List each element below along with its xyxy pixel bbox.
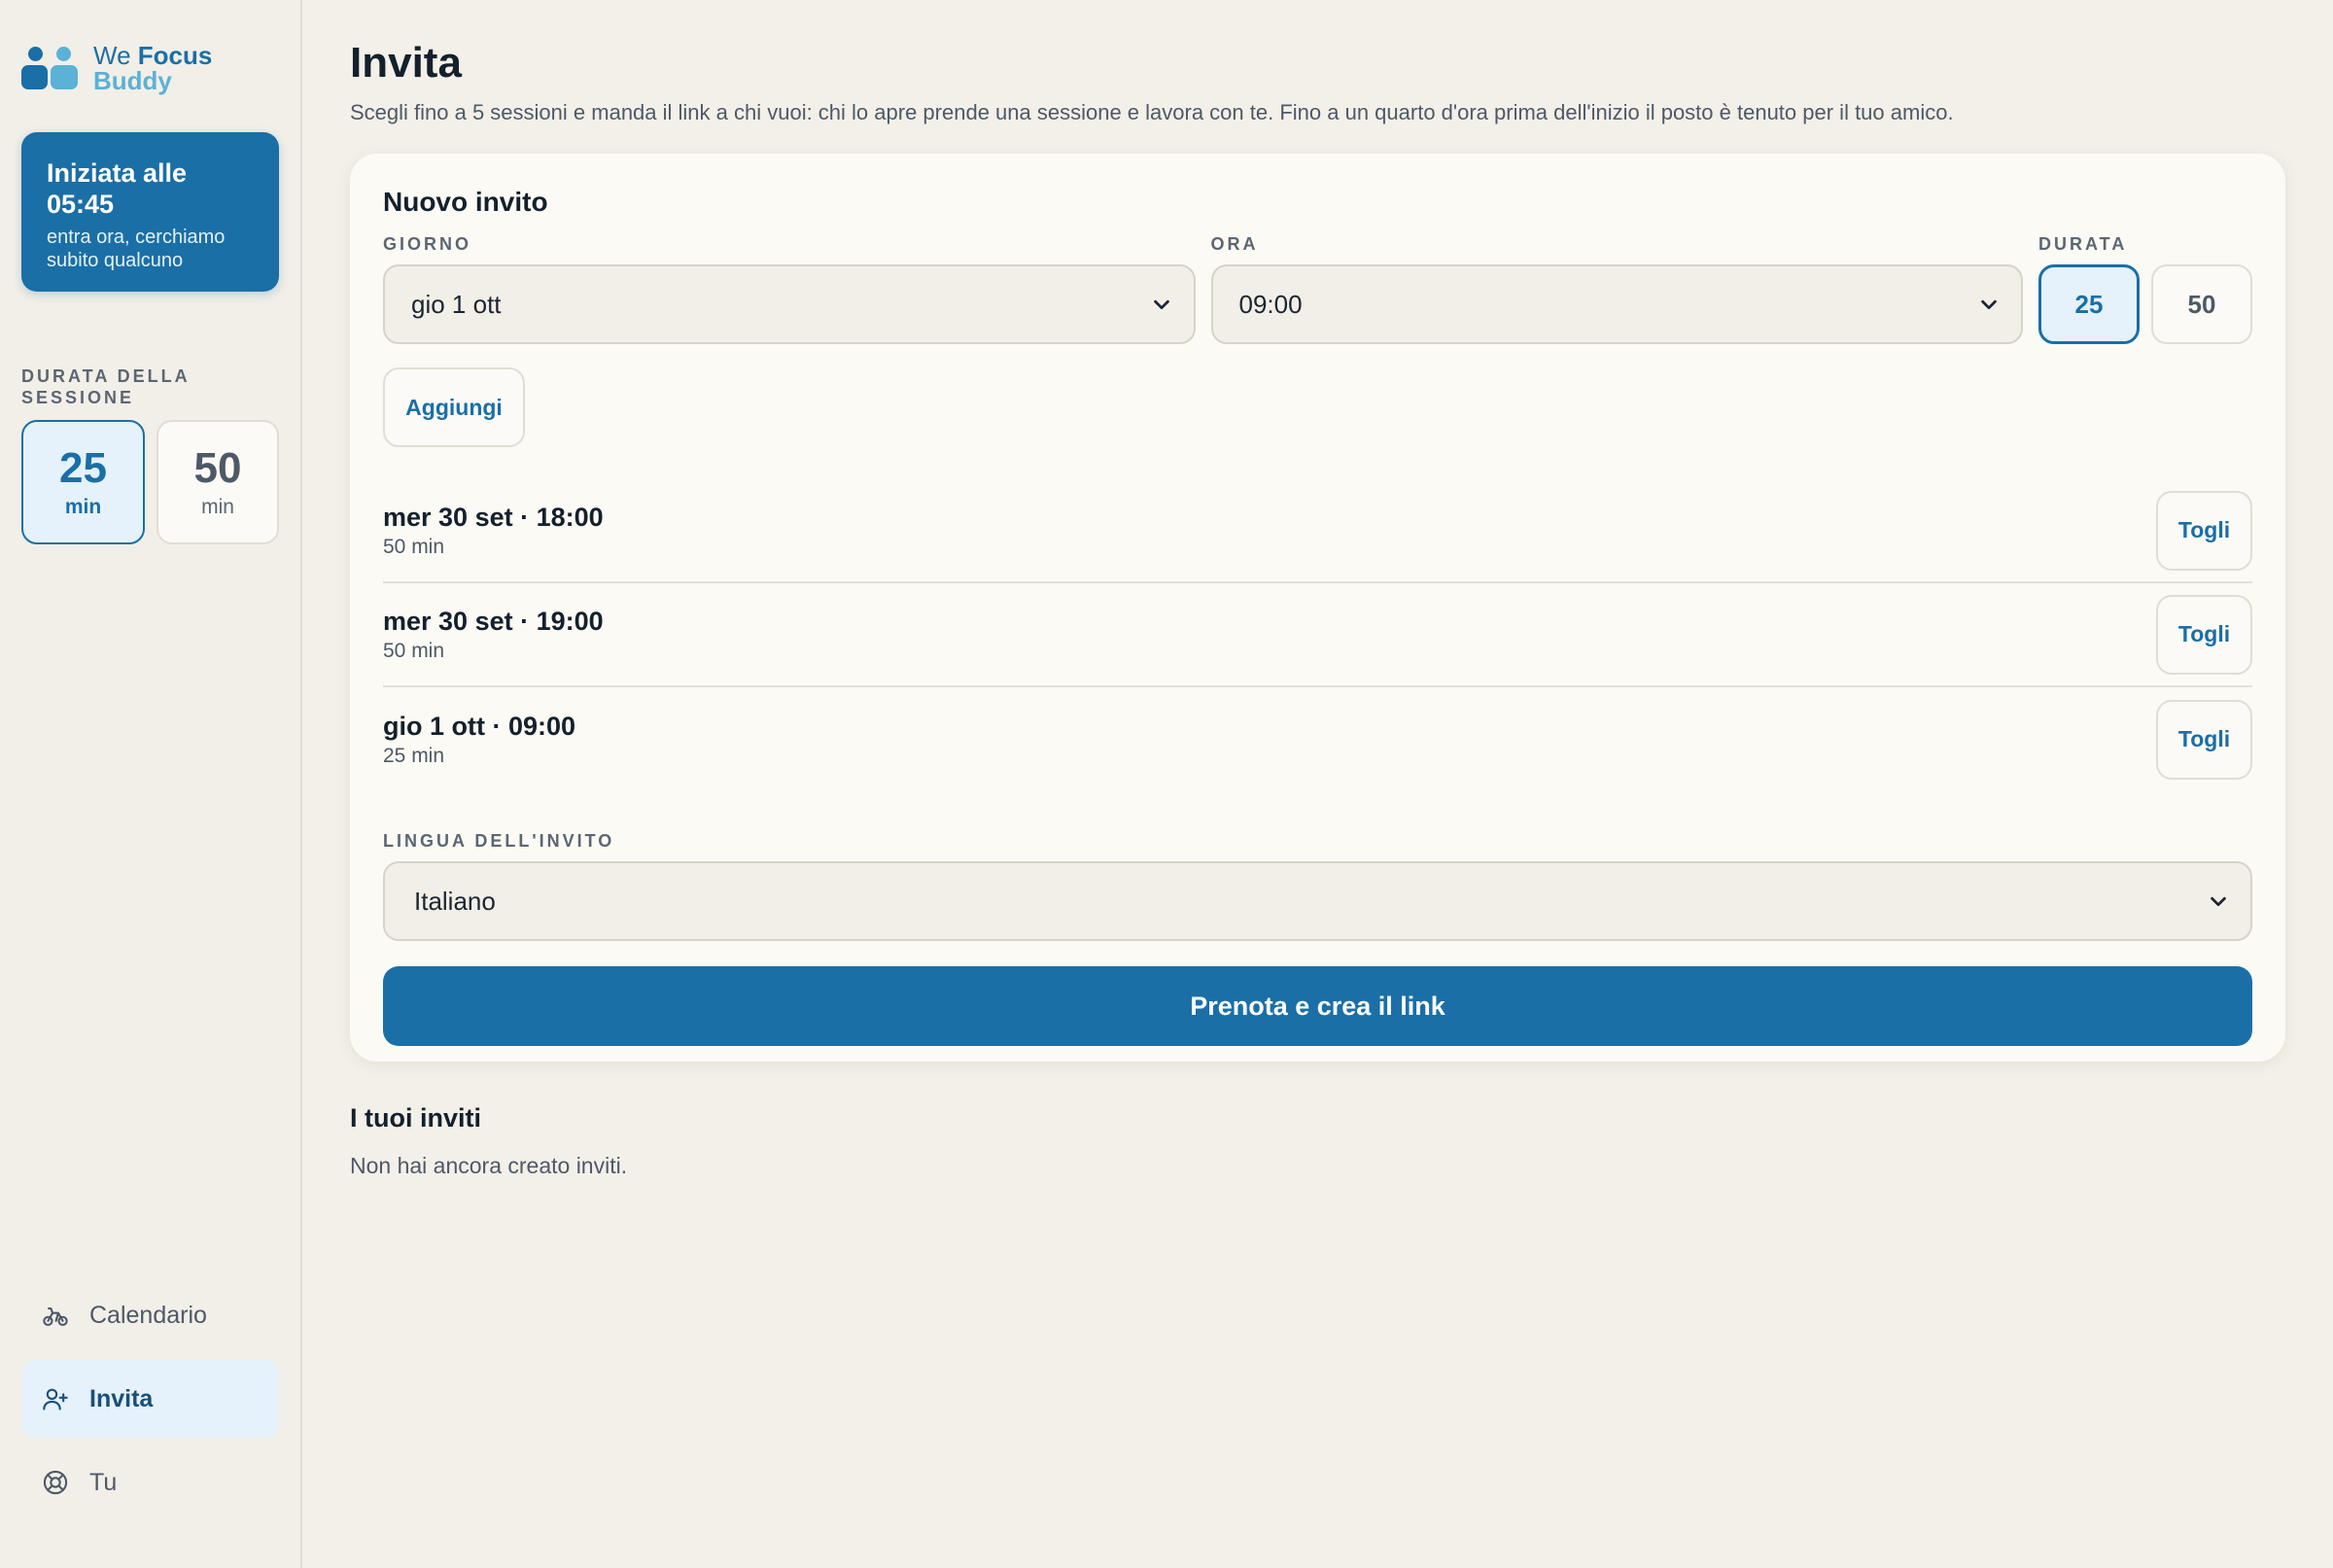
session-duration-selector: 25 min 50 min bbox=[21, 420, 279, 544]
slot-info: gio 1 ott · 09:00 25 min bbox=[383, 712, 575, 768]
slot-when: mer 30 set · 18:00 bbox=[383, 502, 604, 532]
nav-item-label: Tu bbox=[89, 1468, 118, 1496]
app: We Focus Buddy Iniziata alle 05:45 entra… bbox=[0, 0, 2333, 1568]
language-select[interactable]: Italiano bbox=[383, 861, 2252, 941]
new-invite-card: Nuovo invito GIORNO gio 1 ott ORA 09:00 bbox=[350, 154, 2285, 1062]
slot-duration: 25 min bbox=[383, 744, 445, 767]
duration-unit: min bbox=[201, 496, 234, 518]
sidebar: We Focus Buddy Iniziata alle 05:45 entra… bbox=[0, 0, 302, 1568]
main-content: Invita Scegli fino a 5 sessioni e manda … bbox=[302, 0, 2333, 1568]
duration-25-button[interactable]: 25 bbox=[2038, 264, 2140, 344]
chevron-down-icon bbox=[1153, 299, 1169, 310]
slot-when: gio 1 ott · 09:00 bbox=[383, 711, 576, 741]
page-title: Invita bbox=[350, 39, 462, 87]
day-field: GIORNO gio 1 ott bbox=[383, 233, 1196, 344]
remove-slot-button[interactable]: Togli bbox=[2156, 490, 2252, 571]
bicycle-icon bbox=[41, 1301, 70, 1330]
nav-item-label: Calendario bbox=[89, 1301, 207, 1329]
language-label: LINGUA DELL'INVITO bbox=[383, 831, 615, 851]
slot-info: mer 30 set · 18:00 50 min bbox=[383, 503, 604, 559]
list-item: mer 30 set · 19:00 50 min Togli bbox=[383, 583, 2252, 687]
lifebuoy-icon bbox=[41, 1468, 70, 1497]
slot-info: mer 30 set · 19:00 50 min bbox=[383, 607, 604, 663]
new-invite-title: Nuovo invito bbox=[383, 187, 548, 217]
book-and-create-link-button[interactable]: Prenota e crea il link bbox=[383, 966, 2252, 1046]
chevron-down-icon bbox=[1981, 299, 1997, 310]
duration-unit: min bbox=[64, 496, 102, 518]
nav-item-invita[interactable]: Invita bbox=[21, 1360, 279, 1438]
add-slot-button[interactable]: Aggiungi bbox=[383, 367, 525, 447]
slot-when: mer 30 set · 19:00 bbox=[383, 606, 604, 636]
your-invites-title: I tuoi inviti bbox=[350, 1103, 481, 1132]
duration-field: DURATA 25 50 bbox=[2038, 233, 2252, 344]
duration-value: 25 bbox=[59, 444, 107, 492]
duration-value: 50 bbox=[193, 444, 242, 492]
remove-slot-button[interactable]: Togli bbox=[2156, 594, 2252, 675]
session-started-subtitle: entra ora, cerchiamo subito qualcuno bbox=[47, 226, 226, 271]
nav-item-tu[interactable]: Tu bbox=[21, 1444, 279, 1521]
session-duration-label: DURATA DELLA SESSIONE bbox=[21, 366, 190, 407]
time-select-value: 09:00 bbox=[1238, 289, 1303, 319]
selected-slots-list: mer 30 set · 18:00 50 min Togli mer 30 s… bbox=[383, 479, 2252, 791]
nav-item-label: Invita bbox=[89, 1384, 154, 1412]
brand-logo[interactable]: We Focus Buddy bbox=[21, 0, 279, 93]
chevron-down-icon bbox=[2211, 896, 2226, 907]
session-started-card[interactable]: Iniziata alle 05:45 entra ora, cerchiamo… bbox=[21, 132, 279, 292]
slot-duration: 50 min bbox=[383, 639, 445, 662]
brand-mark-icon bbox=[21, 43, 80, 91]
invite-fields-row: GIORNO gio 1 ott ORA 09:00 DURATA 25 50 bbox=[383, 233, 2252, 344]
language-field: LINGUA DELL'INVITO Italiano bbox=[383, 830, 2252, 941]
time-field: ORA 09:00 bbox=[1210, 233, 2023, 344]
slot-duration: 50 min bbox=[383, 535, 445, 558]
day-select[interactable]: gio 1 ott bbox=[383, 264, 1196, 344]
day-label: GIORNO bbox=[383, 234, 472, 254]
list-item: gio 1 ott · 09:00 25 min Togli bbox=[383, 687, 2252, 791]
brand-name: We Focus Buddy bbox=[93, 43, 212, 93]
brand-buddy: Buddy bbox=[93, 66, 172, 95]
session-duration-25[interactable]: 25 min bbox=[21, 420, 145, 544]
session-started-title: Iniziata alle 05:45 bbox=[47, 158, 188, 219]
user-plus-icon bbox=[41, 1384, 70, 1413]
time-label: ORA bbox=[1210, 234, 1259, 254]
page-subtitle: Scegli fino a 5 sessioni e manda il link… bbox=[350, 100, 1954, 124]
duration-toggle: 25 50 bbox=[2038, 264, 2252, 344]
remove-slot-button[interactable]: Togli bbox=[2156, 699, 2252, 780]
duration-label: DURATA bbox=[2038, 234, 2128, 254]
session-duration-50[interactable]: 50 min bbox=[157, 420, 279, 544]
list-item: mer 30 set · 18:00 50 min Togli bbox=[383, 479, 2252, 583]
nav-item-calendario[interactable]: Calendario bbox=[21, 1276, 279, 1354]
sidebar-nav: Calendario Invita Tu bbox=[21, 1276, 279, 1527]
language-select-value: Italiano bbox=[414, 886, 496, 916]
day-select-value: gio 1 ott bbox=[411, 289, 502, 319]
duration-50-button[interactable]: 50 bbox=[2151, 264, 2252, 344]
time-select[interactable]: 09:00 bbox=[1210, 264, 2023, 344]
invites-empty-message: Non hai ancora creato inviti. bbox=[350, 1153, 628, 1178]
